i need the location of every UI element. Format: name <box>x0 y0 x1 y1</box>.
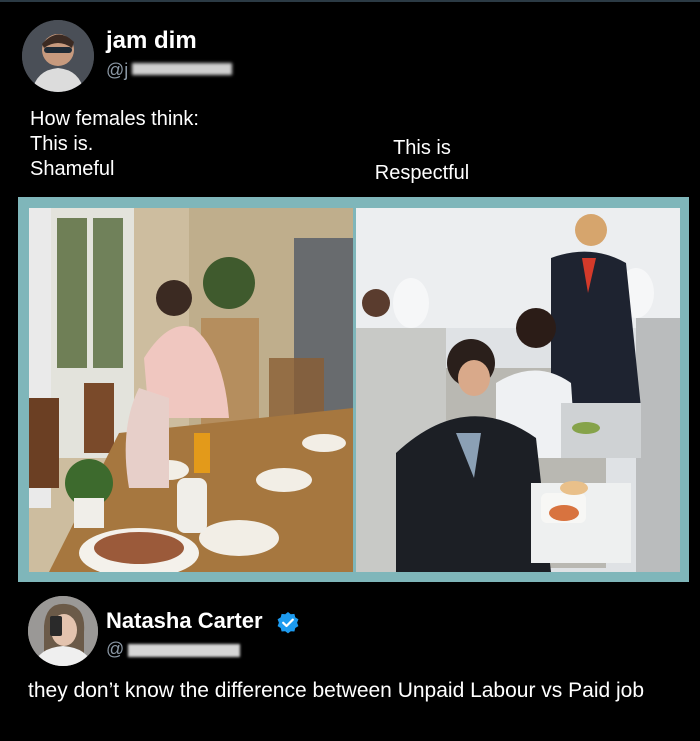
right-caption: This is Respectful <box>372 136 472 186</box>
reply-text: they don’t know the difference between U… <box>28 679 645 702</box>
avatar-natasha-carter[interactable] <box>28 596 98 666</box>
post-text-line: This is. <box>30 133 94 155</box>
right-caption-line: This is <box>393 137 451 159</box>
redacted-handle-bar <box>128 644 240 657</box>
reply-author-handle[interactable]: @ <box>106 639 124 660</box>
right-caption-line: Respectful <box>374 162 470 184</box>
post-text-line: How females think: <box>30 108 199 130</box>
top-border <box>0 0 700 2</box>
photo-home-dinner-table[interactable] <box>29 208 353 572</box>
author-name[interactable]: jam dim <box>106 27 197 55</box>
author-handle[interactable]: @j <box>106 60 128 81</box>
post-text: How females think: This is. Shameful <box>30 107 199 182</box>
photo-airplane-service[interactable] <box>356 208 680 572</box>
avatar-jam-dim[interactable] <box>22 20 94 92</box>
verified-badge-icon <box>276 611 300 635</box>
redacted-handle-bar <box>132 63 232 75</box>
reply-author-name[interactable]: Natasha Carter <box>106 608 263 634</box>
post-text-line: Shameful <box>30 158 115 180</box>
